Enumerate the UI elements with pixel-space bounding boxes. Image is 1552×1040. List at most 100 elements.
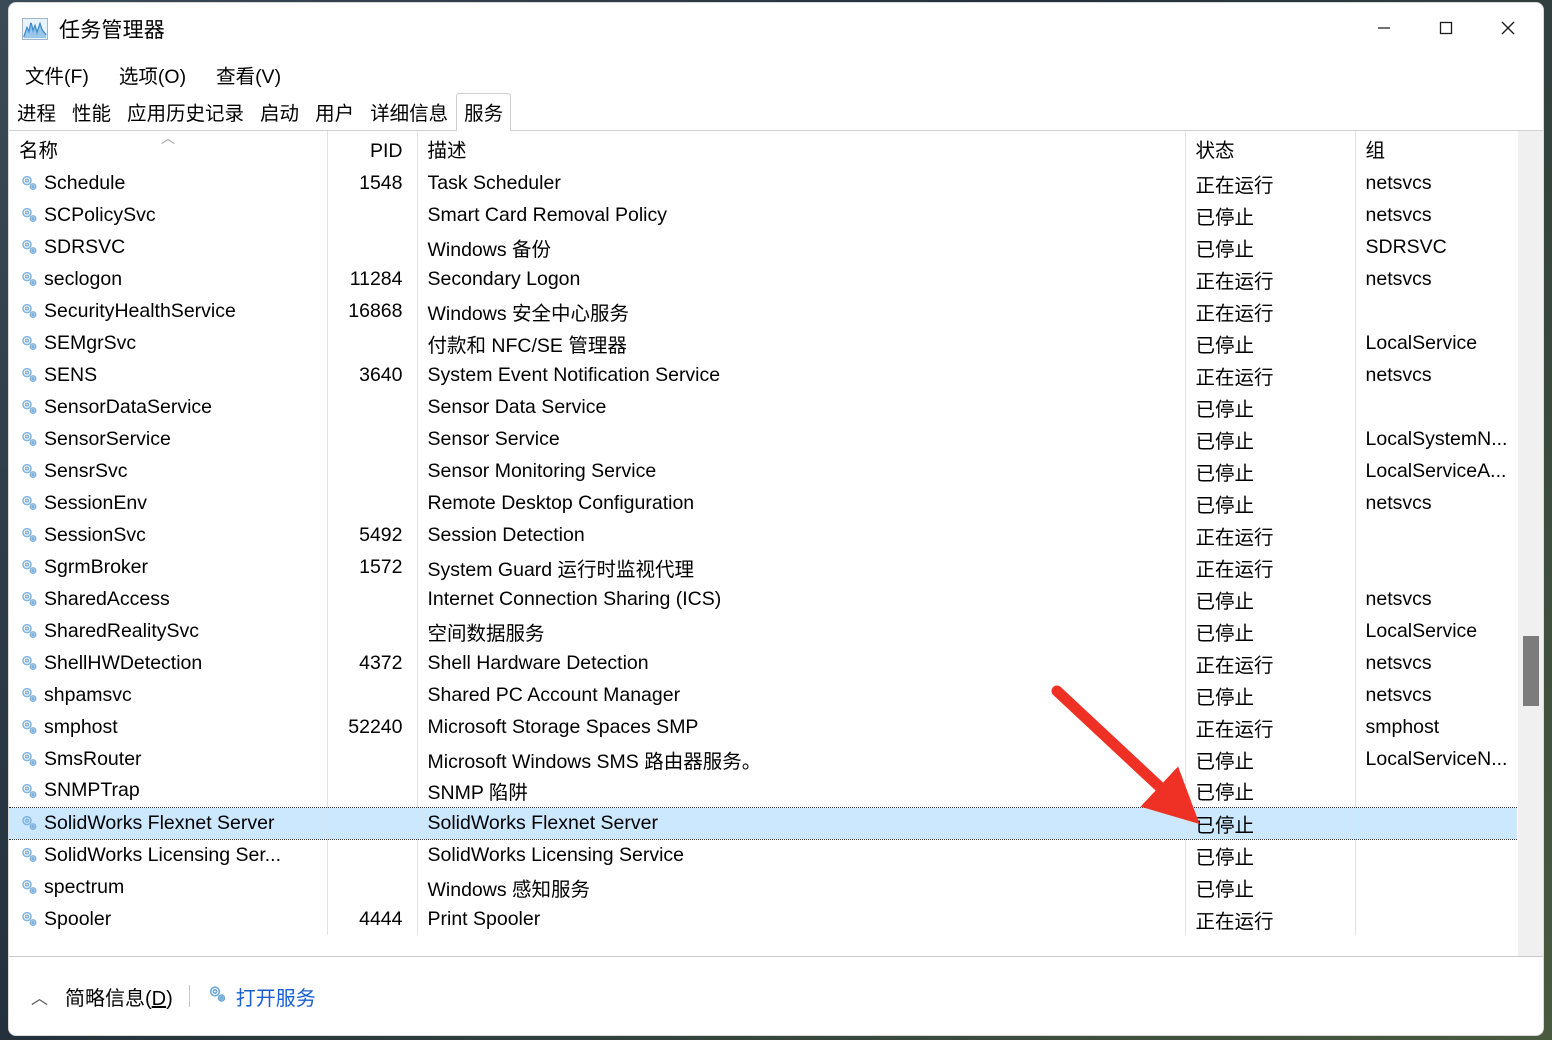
tab-details[interactable]: 详细信息 [362, 93, 456, 131]
column-header-group[interactable]: 组 [1355, 131, 1517, 167]
cell-description: Remote Desktop Configuration [417, 487, 1186, 519]
cell-name[interactable]: SessionEnv [9, 487, 328, 519]
table-row[interactable]: SessionEnv Remote Desktop Configuration 已停… [9, 487, 1517, 519]
cell-status: 正在运行 [1185, 903, 1356, 935]
cell-group: SDRSVC [1365, 235, 1447, 258]
cell-name[interactable]: SolidWorks Licensing Ser... [9, 839, 328, 871]
table-row[interactable]: spectrum Windows 感知服务 已停止 [9, 871, 1517, 903]
cell-pid [327, 871, 418, 903]
service-name: ShellHWDetection [44, 651, 203, 674]
cell-pid: 11284 [327, 263, 418, 295]
menu-item-options[interactable]: 选项(O) [117, 58, 188, 91]
cell-pid: 52240 [327, 711, 418, 743]
close-icon[interactable] [1477, 3, 1539, 53]
service-gear-icon [22, 655, 37, 671]
cell-description: SNMP 陷阱 [417, 775, 1186, 807]
table-row[interactable]: SensrSvc Sensor Monitoring Service 已停止 Loca… [9, 455, 1517, 487]
tab-performance[interactable]: 性能 [64, 93, 119, 131]
cell-name[interactable]: seclogon [9, 263, 328, 295]
service-gear-icon [22, 399, 37, 415]
table-row[interactable]: SDRSVC Windows 备份 已停止 SDRSVC [9, 231, 1517, 263]
table-row[interactable]: SharedRealitySvc 空间数据服务 已停止 LocalService [9, 615, 1517, 647]
table-row[interactable]: SCPolicySvc Smart Card Removal Policy 已停止 n… [9, 199, 1517, 231]
cell-name[interactable]: SCPolicySvc [9, 199, 328, 231]
tab-services[interactable]: 服务 [456, 93, 512, 131]
cell-name[interactable]: Schedule [9, 167, 328, 199]
table-row[interactable]: ShellHWDetection 4372 Shell Hardware Detec… [9, 647, 1517, 679]
service-name: Spooler [44, 907, 112, 930]
tab-users[interactable]: 用户 [307, 93, 362, 131]
cell-name[interactable]: SDRSVC [9, 231, 328, 263]
table-row[interactable]: Schedule 1548 Task Scheduler 正在运行 netsvcs [9, 167, 1517, 199]
table-row[interactable]: SmsRouter Microsoft Windows SMS 路由器服务。 已停止… [9, 743, 1517, 775]
cell-name[interactable]: SecurityHealthService [9, 295, 328, 327]
table-row[interactable]: SgrmBroker 1572 System Guard 运行时监视代理 正在运行 [9, 551, 1517, 583]
service-gear-icon [22, 911, 37, 927]
service-name: SharedAccess [44, 587, 170, 610]
service-name: SNMPTrap [44, 779, 140, 802]
cell-name[interactable]: SensorService [9, 423, 328, 455]
minimize-icon[interactable] [1353, 3, 1415, 53]
tab-startup[interactable]: 启动 [252, 93, 307, 131]
cell-description: Windows 备份 [417, 231, 1186, 263]
cell-pid [327, 231, 418, 263]
cell-status: 正在运行 [1185, 647, 1356, 679]
table-row[interactable]: SNMPTrap SNMP 陷阱 已停止 [9, 775, 1517, 807]
service-name: SecurityHealthService [44, 299, 236, 322]
cell-name[interactable]: SgrmBroker [9, 551, 328, 583]
service-name: seclogon [44, 267, 123, 290]
cell-name[interactable]: SharedAccess [9, 583, 328, 615]
cell-name[interactable]: shpamsvc [9, 679, 328, 711]
table-row[interactable]: SecurityHealthService 16868 Windows 安全中心服务… [9, 295, 1517, 327]
table-row[interactable]: Spooler 4444 Print Spooler 正在运行 [9, 903, 1517, 935]
column-header-status[interactable]: 状态 [1185, 131, 1356, 167]
cell-pid: 4444 [327, 903, 418, 935]
cell-name[interactable]: SENS [9, 359, 328, 391]
service-gear-icon [22, 303, 37, 319]
cell-group: netsvcs [1365, 203, 1432, 226]
table-row[interactable]: SolidWorks Licensing Ser... SolidWorks Li… [9, 839, 1517, 871]
service-name: spectrum [44, 875, 125, 898]
table-row[interactable]: SessionSvc 5492 Session Detection 正在运行 [9, 519, 1517, 551]
table-row[interactable]: smphost 52240 Microsoft Storage Spaces SMP… [9, 711, 1517, 743]
cell-name[interactable]: smphost [9, 711, 328, 743]
cell-name[interactable]: SensorDataService [9, 391, 328, 423]
column-header-pid[interactable]: PID [327, 131, 418, 167]
open-services-link[interactable]: 打开服务 [236, 982, 316, 1011]
cell-name[interactable]: SmsRouter [9, 743, 328, 775]
cell-group: netsvcs [1365, 587, 1432, 610]
cell-description: 付款和 NFC/SE 管理器 [417, 327, 1186, 359]
tab-processes[interactable]: 进程 [9, 93, 64, 131]
cell-name[interactable]: spectrum [9, 871, 328, 903]
fewer-details-button[interactable]: 简略信息(D) [65, 982, 173, 1011]
cell-name[interactable]: SensrSvc [9, 455, 328, 487]
column-header-name[interactable]: 名称 ︿ [9, 131, 328, 167]
maximize-icon[interactable] [1415, 3, 1477, 53]
scrollbar-thumb[interactable] [1523, 636, 1539, 706]
cell-status: 已停止 [1185, 871, 1356, 903]
table-row[interactable]: SharedAccess Internet Connection Sharing … [9, 583, 1517, 615]
cell-name[interactable]: SessionSvc [9, 519, 328, 551]
title-bar: 任务管理器 [9, 3, 1543, 55]
tab-app-history[interactable]: 应用历史记录 [119, 93, 252, 131]
cell-name[interactable]: Spooler [9, 903, 328, 935]
cell-name[interactable]: SharedRealitySvc [9, 615, 328, 647]
table-row[interactable]: SensorDataService Sensor Data Service 已停止 [9, 391, 1517, 423]
cell-pid [327, 455, 418, 487]
column-header-description[interactable]: 描述 [417, 131, 1186, 167]
table-row[interactable]: shpamsvc Shared PC Account Manager 已停止 nets… [9, 679, 1517, 711]
cell-name[interactable]: SEMgrSvc [9, 327, 328, 359]
cell-name[interactable]: ShellHWDetection [9, 647, 328, 679]
cell-name[interactable]: SNMPTrap [9, 775, 328, 807]
cell-description: SolidWorks Licensing Service [417, 839, 1186, 871]
table-row[interactable]: SensorService Sensor Service 已停止 LocalSyste… [9, 423, 1517, 455]
cell-name[interactable]: SolidWorks Flexnet Server [9, 806, 328, 840]
menu-item-file[interactable]: 文件(F) [23, 58, 91, 91]
table-row[interactable]: SolidWorks Flexnet Server SolidWorks Flex… [9, 806, 1517, 840]
table-row[interactable]: seclogon 11284 Secondary Logon 正在运行 netsvcs [9, 263, 1517, 295]
table-row[interactable]: SENS 3640 System Event Notification Servic… [9, 359, 1517, 391]
table-row[interactable]: SEMgrSvc 付款和 NFC/SE 管理器 已停止 LocalService [9, 327, 1517, 359]
menu-item-view[interactable]: 查看(V) [214, 58, 283, 91]
menu-bar: 文件(F) 选项(O) 查看(V) [9, 55, 1543, 93]
vertical-scrollbar[interactable] [1517, 131, 1543, 956]
